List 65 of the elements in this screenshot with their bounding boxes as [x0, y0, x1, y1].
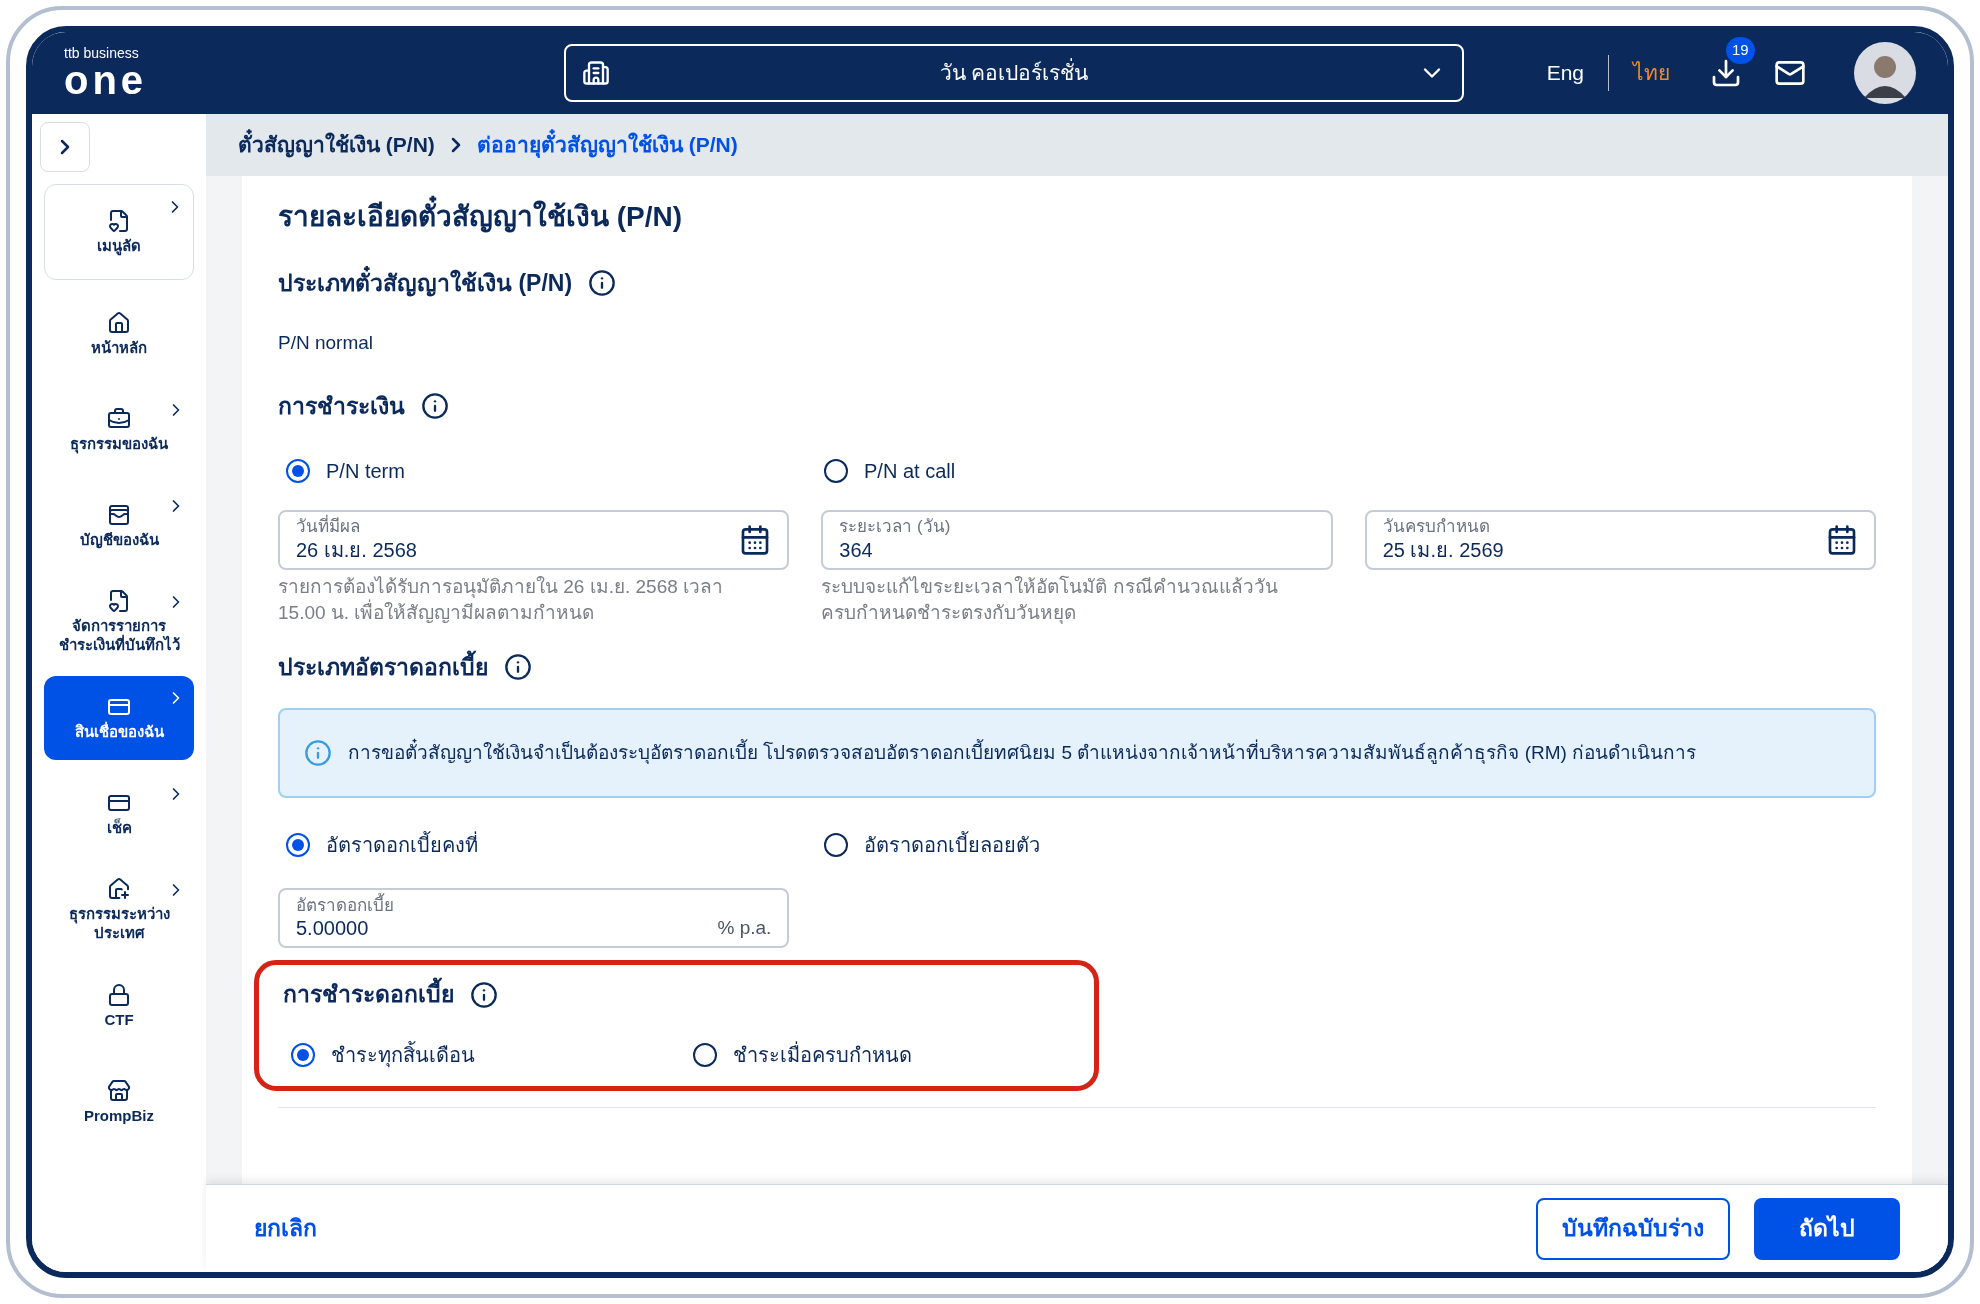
sidebar-item[interactable]: เมนูลัด: [44, 184, 194, 280]
info-icon: [304, 739, 332, 768]
radio-button[interactable]: [692, 1042, 717, 1067]
info-icon[interactable]: [504, 653, 532, 681]
help-text: รายการต้องได้รับการอนุมัติภายใน 26 เม.ย. 2568 เวลา 15.00 น. เพื่อให้สัญญามีผลตามกำหนด: [278, 574, 725, 625]
house-icon: [107, 877, 131, 902]
info-icon[interactable]: [421, 392, 449, 421]
document-icon: [107, 589, 131, 614]
notice-text: การขอตั๋วสัญญาใช้เงินจำเป็นต้องระบุอัตราดอกเบี้ย โปรดตรวจสอบอัตราดอกเบี้ยทศนิยม 5 ตำแหน่งจากเจ้าหน้าที่บริหารความสัมพันธ์ลูกค้าธุรกิจ (RM) ก่อนดำเนินการ: [348, 739, 1697, 768]
radio-label[interactable]: ชำระทุกสิ้นเดือน: [331, 1039, 475, 1070]
radio-button[interactable]: [286, 833, 310, 858]
sidebar-item[interactable]: บัญชีของฉัน: [44, 484, 194, 568]
home-icon: [107, 310, 131, 335]
cancel-button[interactable]: ยกเลิก: [254, 1211, 317, 1246]
sidebar-item[interactable]: หน้าหลัก: [44, 292, 194, 376]
sidebar-item[interactable]: ธุรกรรมระหว่างประเทศ: [44, 868, 194, 952]
language-tab[interactable]: Eng: [1546, 57, 1584, 89]
radio-label[interactable]: P/N at call: [864, 455, 956, 486]
document-icon: [107, 208, 131, 233]
sidebar-item[interactable]: เช็ค: [44, 772, 194, 856]
section-heading: การชำระเงิน: [278, 392, 405, 421]
sidebar-item[interactable]: ธุรกรรมของฉัน: [44, 388, 194, 472]
section-heading: การชำระดอกเบี้ย: [283, 977, 454, 1012]
radio-button[interactable]: [824, 833, 848, 858]
store-icon: [107, 1078, 131, 1103]
radio-label[interactable]: P/N term: [326, 455, 405, 486]
page-title: รายละเอียดตั๋วสัญญาใช้เงิน (P/N): [278, 196, 1876, 238]
chevron-icon: [450, 137, 461, 153]
calendar-icon[interactable]: [1826, 523, 1858, 556]
avatar[interactable]: [1854, 42, 1916, 104]
next-button[interactable]: ถัดไป: [1754, 1197, 1900, 1260]
logo-caption: ttb business: [64, 46, 140, 60]
sidebar-item[interactable]: จัดการรายการชำระเงินที่บันทึกไว้: [44, 580, 194, 664]
sidebar-item[interactable]: สินเชื่อของฉัน: [44, 676, 194, 760]
input-field[interactable]: ระยะเวลา (วัน) 364: [821, 509, 1333, 570]
radio-button[interactable]: [291, 1042, 315, 1067]
input-field[interactable]: วันครบกำหนด 25 เม.ย. 2569: [1364, 509, 1876, 570]
sidebar-item[interactable]: CTF: [44, 964, 194, 1048]
pn-type-value: P/N normal: [278, 330, 375, 355]
radio-label[interactable]: อัตราดอกเบี้ยลอยตัว: [864, 830, 1040, 861]
info-icon[interactable]: [470, 980, 498, 1009]
section-heading: ประเภทตั๋วสัญญาใช้เงิน (P/N): [278, 266, 573, 301]
building-icon: [582, 59, 610, 87]
info-icon[interactable]: [588, 269, 617, 298]
company-selector[interactable]: วัน คอเปอร์เรชั่น: [564, 44, 1464, 102]
briefcase-icon: [107, 406, 131, 431]
breadcrumb-link[interactable]: ตั๋วสัญญาใช้เงิน (P/N): [238, 129, 435, 161]
input-field[interactable]: อัตราดอกเบี้ย 5.00000 % p.a.: [278, 888, 790, 949]
wallet-icon: [107, 502, 131, 527]
radio-label[interactable]: ชำระเมื่อครบกำหนด: [732, 1039, 912, 1070]
language-tab[interactable]: ไทย: [1633, 57, 1670, 89]
breadcrumb-current: ต่ออายุตั๋วสัญญาใช้เงิน (P/N): [476, 129, 738, 161]
radio-label[interactable]: อัตราดอกเบี้ยคงที่: [326, 830, 478, 861]
radio-button[interactable]: [286, 458, 310, 483]
chevron-icon: [60, 139, 70, 155]
radio-button[interactable]: [824, 458, 848, 483]
download-icon[interactable]: [1710, 57, 1742, 89]
lock-icon: [107, 982, 131, 1007]
save-draft-button[interactable]: บันทึกฉบับร่าง: [1536, 1197, 1730, 1260]
input-field[interactable]: วันที่มีผล 26 เม.ย. 2568: [278, 509, 790, 570]
section-heading: ประเภทอัตราดอกเบี้ย: [278, 649, 488, 685]
notification-badge: 19: [1726, 37, 1755, 64]
logo: one: [64, 60, 149, 100]
sidebar-item[interactable]: PrompBiz: [44, 1060, 194, 1144]
help-text: ระบบจะแก้ไขระยะเวลาให้อัตโนมัติ กรณีคำนวณแล้ววันครบกำหนดชำระตรงกับวันหยุด: [821, 574, 1279, 626]
